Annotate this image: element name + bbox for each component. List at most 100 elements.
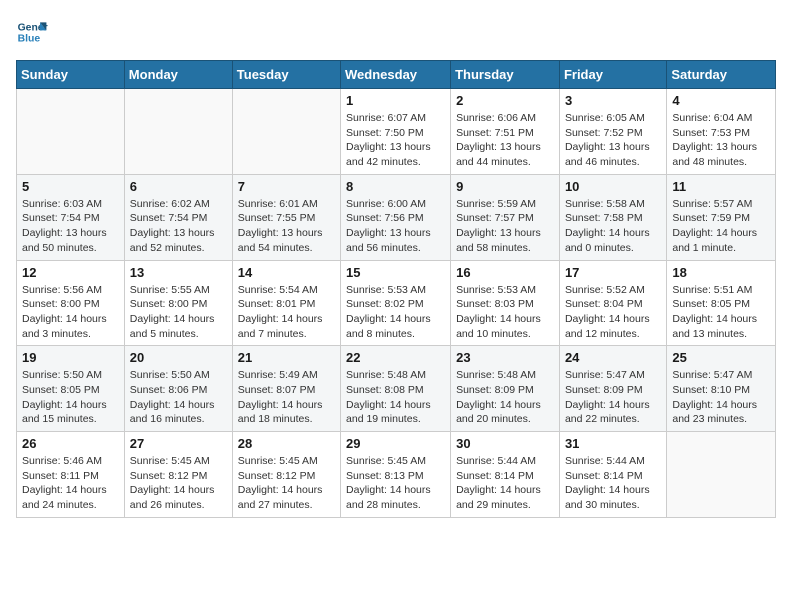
day-number: 22 bbox=[346, 350, 445, 365]
day-info: Sunrise: 5:55 AM Sunset: 8:00 PM Dayligh… bbox=[130, 283, 227, 342]
day-info: Sunrise: 5:53 AM Sunset: 8:03 PM Dayligh… bbox=[456, 283, 554, 342]
calendar-cell: 24Sunrise: 5:47 AM Sunset: 8:09 PM Dayli… bbox=[559, 346, 666, 432]
day-number: 14 bbox=[238, 265, 335, 280]
day-info: Sunrise: 5:54 AM Sunset: 8:01 PM Dayligh… bbox=[238, 283, 335, 342]
calendar-week-1: 1 Sunrise: 6:07 AM Sunset: 7:50 PM Daylig… bbox=[17, 89, 776, 175]
page-header: General Blue bbox=[16, 16, 776, 48]
day-info: Sunrise: 5:48 AM Sunset: 8:09 PM Dayligh… bbox=[456, 368, 554, 427]
calendar-cell: 3 Sunrise: 6:05 AM Sunset: 7:52 PM Daylig… bbox=[559, 89, 666, 175]
calendar-header: SundayMondayTuesdayWednesdayThursdayFrid… bbox=[17, 61, 776, 89]
day-info: Sunrise: 5:56 AM Sunset: 8:00 PM Dayligh… bbox=[22, 283, 119, 342]
day-info: Sunrise: 5:45 AM Sunset: 8:12 PM Dayligh… bbox=[130, 454, 227, 513]
calendar-cell: 5 Sunrise: 6:03 AM Sunset: 7:54 PM Daylig… bbox=[17, 174, 125, 260]
calendar-cell: 7 Sunrise: 6:01 AM Sunset: 7:55 PM Daylig… bbox=[232, 174, 340, 260]
day-number: 31 bbox=[565, 436, 661, 451]
calendar-cell bbox=[232, 89, 340, 175]
day-number: 18 bbox=[672, 265, 770, 280]
day-info: Sunrise: 5:59 AM Sunset: 7:57 PM Dayligh… bbox=[456, 197, 554, 256]
day-info: Sunrise: 6:05 AM Sunset: 7:52 PM Dayligh… bbox=[565, 111, 661, 170]
calendar-cell: 14 Sunrise: 5:54 AM Sunset: 8:01 PM Dayli… bbox=[232, 260, 340, 346]
day-info: Sunrise: 5:50 AM Sunset: 8:05 PM Dayligh… bbox=[22, 368, 119, 427]
weekday-header-tuesday: Tuesday bbox=[232, 61, 340, 89]
day-number: 9 bbox=[456, 179, 554, 194]
calendar-cell: 23 Sunrise: 5:48 AM Sunset: 8:09 PM Dayli… bbox=[451, 346, 560, 432]
calendar-cell: 30 Sunrise: 5:44 AM Sunset: 8:14 PM Dayli… bbox=[451, 432, 560, 518]
day-info: Sunrise: 5:57 AM Sunset: 7:59 PM Dayligh… bbox=[672, 197, 770, 256]
calendar-cell: 2 Sunrise: 6:06 AM Sunset: 7:51 PM Daylig… bbox=[451, 89, 560, 175]
calendar-cell: 25Sunrise: 5:47 AM Sunset: 8:10 PM Dayli… bbox=[667, 346, 776, 432]
calendar-cell: 9 Sunrise: 5:59 AM Sunset: 7:57 PM Daylig… bbox=[451, 174, 560, 260]
weekday-header-saturday: Saturday bbox=[667, 61, 776, 89]
day-number: 5 bbox=[22, 179, 119, 194]
day-number: 4 bbox=[672, 93, 770, 108]
calendar-cell: 6Sunrise: 6:02 AM Sunset: 7:54 PM Daylig… bbox=[124, 174, 232, 260]
calendar-cell bbox=[124, 89, 232, 175]
day-info: Sunrise: 5:51 AM Sunset: 8:05 PM Dayligh… bbox=[672, 283, 770, 342]
day-info: Sunrise: 5:48 AM Sunset: 8:08 PM Dayligh… bbox=[346, 368, 445, 427]
day-number: 10 bbox=[565, 179, 661, 194]
calendar-cell: 12 Sunrise: 5:56 AM Sunset: 8:00 PM Dayli… bbox=[17, 260, 125, 346]
calendar-cell: 10Sunrise: 5:58 AM Sunset: 7:58 PM Dayli… bbox=[559, 174, 666, 260]
calendar-cell: 18 Sunrise: 5:51 AM Sunset: 8:05 PM Dayli… bbox=[667, 260, 776, 346]
logo: General Blue bbox=[16, 16, 48, 48]
day-info: Sunrise: 5:47 AM Sunset: 8:10 PM Dayligh… bbox=[672, 368, 770, 427]
calendar-week-4: 19Sunrise: 5:50 AM Sunset: 8:05 PM Dayli… bbox=[17, 346, 776, 432]
day-info: Sunrise: 6:06 AM Sunset: 7:51 PM Dayligh… bbox=[456, 111, 554, 170]
day-info: Sunrise: 5:44 AM Sunset: 8:14 PM Dayligh… bbox=[456, 454, 554, 513]
day-number: 12 bbox=[22, 265, 119, 280]
day-number: 2 bbox=[456, 93, 554, 108]
day-info: Sunrise: 5:50 AM Sunset: 8:06 PM Dayligh… bbox=[130, 368, 227, 427]
calendar-week-5: 26 Sunrise: 5:46 AM Sunset: 8:11 PM Dayli… bbox=[17, 432, 776, 518]
svg-text:Blue: Blue bbox=[18, 34, 41, 45]
calendar-cell: 17 Sunrise: 5:52 AM Sunset: 8:04 PM Dayli… bbox=[559, 260, 666, 346]
day-number: 1 bbox=[346, 93, 445, 108]
weekday-header-thursday: Thursday bbox=[451, 61, 560, 89]
day-number: 8 bbox=[346, 179, 445, 194]
day-number: 6 bbox=[130, 179, 227, 194]
calendar-cell: 29 Sunrise: 5:45 AM Sunset: 8:13 PM Dayli… bbox=[341, 432, 451, 518]
day-info: Sunrise: 5:53 AM Sunset: 8:02 PM Dayligh… bbox=[346, 283, 445, 342]
logo-icon: General Blue bbox=[16, 16, 48, 48]
calendar-cell: 31Sunrise: 5:44 AM Sunset: 8:14 PM Dayli… bbox=[559, 432, 666, 518]
calendar-cell: 8 Sunrise: 6:00 AM Sunset: 7:56 PM Daylig… bbox=[341, 174, 451, 260]
calendar-cell: 27 Sunrise: 5:45 AM Sunset: 8:12 PM Dayli… bbox=[124, 432, 232, 518]
calendar-week-3: 12 Sunrise: 5:56 AM Sunset: 8:00 PM Dayli… bbox=[17, 260, 776, 346]
weekday-header-friday: Friday bbox=[559, 61, 666, 89]
calendar-table: SundayMondayTuesdayWednesdayThursdayFrid… bbox=[16, 60, 776, 518]
day-number: 24 bbox=[565, 350, 661, 365]
day-number: 30 bbox=[456, 436, 554, 451]
calendar-cell: 19Sunrise: 5:50 AM Sunset: 8:05 PM Dayli… bbox=[17, 346, 125, 432]
day-info: Sunrise: 5:49 AM Sunset: 8:07 PM Dayligh… bbox=[238, 368, 335, 427]
calendar-cell: 20 Sunrise: 5:50 AM Sunset: 8:06 PM Dayli… bbox=[124, 346, 232, 432]
day-number: 11 bbox=[672, 179, 770, 194]
day-info: Sunrise: 5:46 AM Sunset: 8:11 PM Dayligh… bbox=[22, 454, 119, 513]
day-number: 29 bbox=[346, 436, 445, 451]
day-number: 28 bbox=[238, 436, 335, 451]
weekday-header-monday: Monday bbox=[124, 61, 232, 89]
day-number: 13 bbox=[130, 265, 227, 280]
calendar-cell: 16 Sunrise: 5:53 AM Sunset: 8:03 PM Dayli… bbox=[451, 260, 560, 346]
day-info: Sunrise: 6:07 AM Sunset: 7:50 PM Dayligh… bbox=[346, 111, 445, 170]
day-info: Sunrise: 5:45 AM Sunset: 8:12 PM Dayligh… bbox=[238, 454, 335, 513]
calendar-cell: 22 Sunrise: 5:48 AM Sunset: 8:08 PM Dayli… bbox=[341, 346, 451, 432]
day-number: 16 bbox=[456, 265, 554, 280]
day-number: 15 bbox=[346, 265, 445, 280]
day-number: 7 bbox=[238, 179, 335, 194]
day-info: Sunrise: 5:45 AM Sunset: 8:13 PM Dayligh… bbox=[346, 454, 445, 513]
day-number: 26 bbox=[22, 436, 119, 451]
calendar-cell: 26 Sunrise: 5:46 AM Sunset: 8:11 PM Dayli… bbox=[17, 432, 125, 518]
day-number: 3 bbox=[565, 93, 661, 108]
calendar-cell bbox=[667, 432, 776, 518]
day-info: Sunrise: 6:04 AM Sunset: 7:53 PM Dayligh… bbox=[672, 111, 770, 170]
day-number: 17 bbox=[565, 265, 661, 280]
calendar-cell: 11 Sunrise: 5:57 AM Sunset: 7:59 PM Dayli… bbox=[667, 174, 776, 260]
day-number: 21 bbox=[238, 350, 335, 365]
day-info: Sunrise: 6:03 AM Sunset: 7:54 PM Dayligh… bbox=[22, 197, 119, 256]
day-info: Sunrise: 6:00 AM Sunset: 7:56 PM Dayligh… bbox=[346, 197, 445, 256]
day-info: Sunrise: 6:01 AM Sunset: 7:55 PM Dayligh… bbox=[238, 197, 335, 256]
weekday-header-wednesday: Wednesday bbox=[341, 61, 451, 89]
day-number: 20 bbox=[130, 350, 227, 365]
day-number: 23 bbox=[456, 350, 554, 365]
day-info: Sunrise: 5:52 AM Sunset: 8:04 PM Dayligh… bbox=[565, 283, 661, 342]
day-number: 27 bbox=[130, 436, 227, 451]
